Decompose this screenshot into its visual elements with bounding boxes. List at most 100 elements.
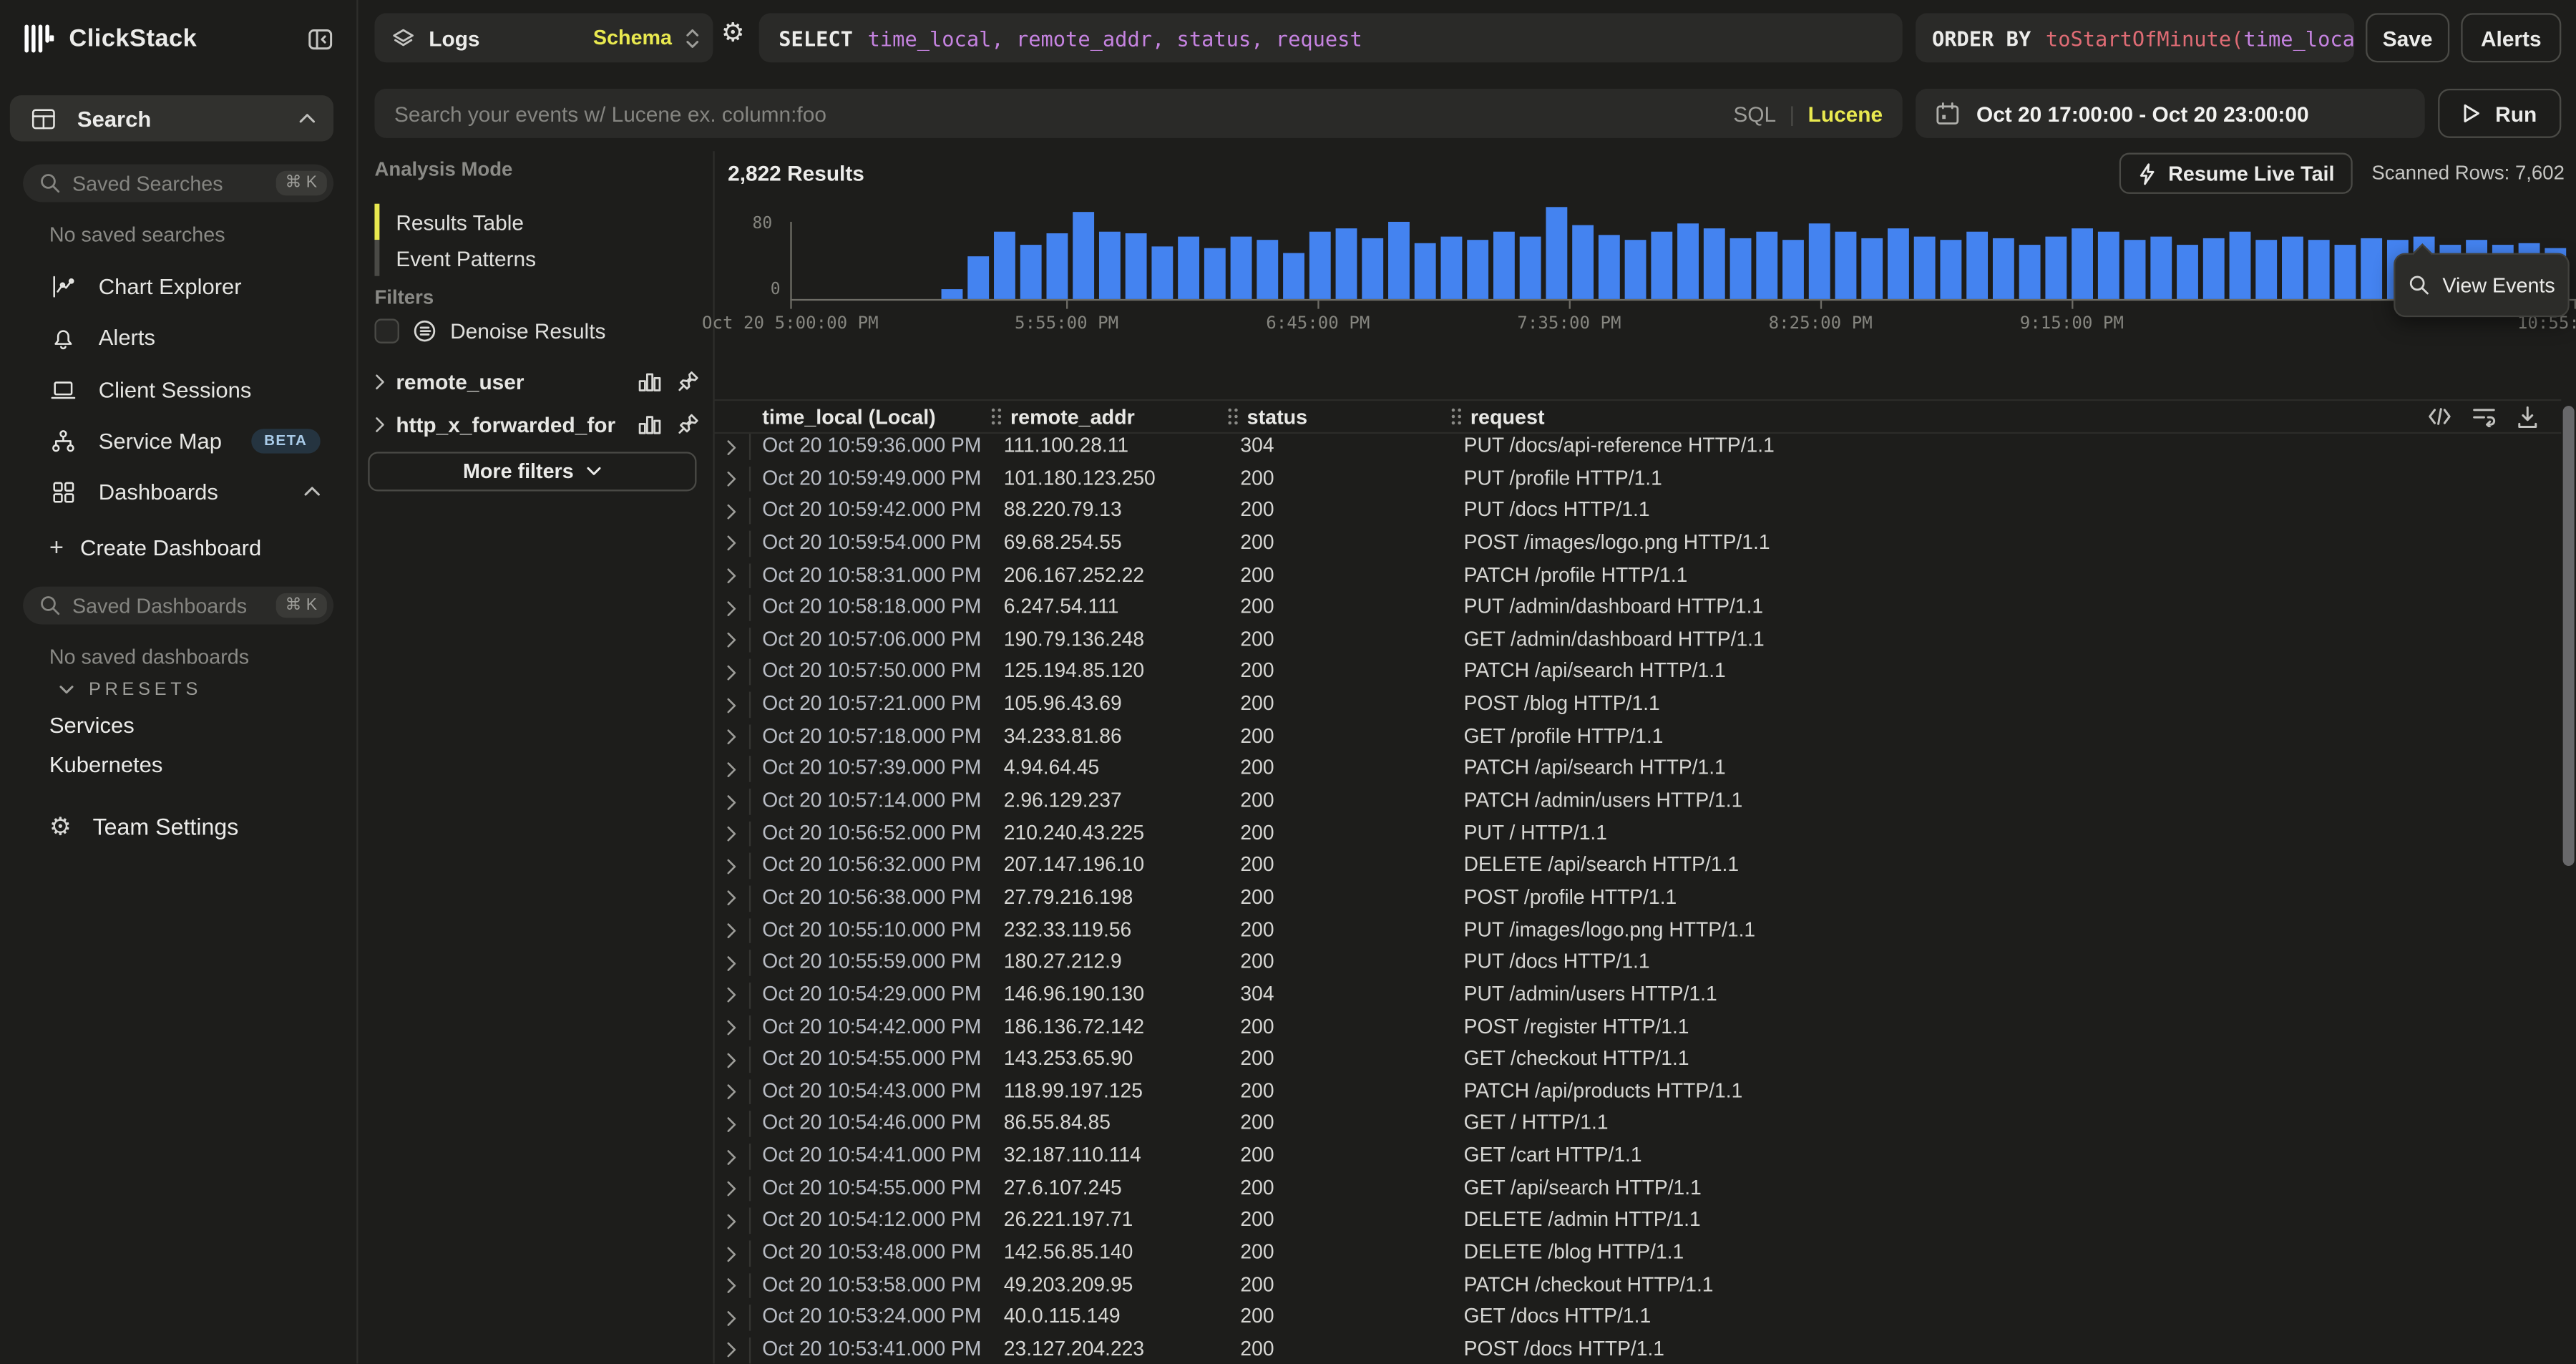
row-expand-chevron-icon[interactable]	[726, 1212, 738, 1230]
table-row[interactable]: Oct 20 10:54:41.000 PM 32.187.110.114 20…	[713, 1141, 2561, 1173]
table-row[interactable]: Oct 20 10:57:50.000 PM 125.194.85.120 20…	[713, 656, 2561, 688]
view-events-tooltip[interactable]: View Events	[2394, 253, 2570, 318]
table-row[interactable]: Oct 20 10:53:48.000 PM 142.56.85.140 200…	[713, 1237, 2561, 1270]
row-expand-chevron-icon[interactable]	[726, 1148, 738, 1166]
event-search-input[interactable]: Search your events w/ Lucene ex. column:…	[374, 89, 1902, 138]
row-expand-chevron-icon[interactable]	[726, 1341, 738, 1359]
table-row[interactable]: Oct 20 10:57:39.000 PM 4.94.64.45 200 PA…	[713, 753, 2561, 785]
sql-toggle[interactable]: SQL	[1733, 101, 1776, 125]
time-range-picker[interactable]: Oct 20 17:00:00 - Oct 20 23:00:00	[1916, 89, 2425, 138]
drag-handle-icon[interactable]	[990, 407, 1002, 425]
row-expand-chevron-icon[interactable]	[726, 599, 738, 617]
row-expand-chevron-icon[interactable]	[726, 1051, 738, 1069]
row-expand-chevron-icon[interactable]	[726, 502, 738, 520]
row-expand-chevron-icon[interactable]	[726, 470, 738, 488]
sidebar-item-service-map[interactable]: Service Map BETA	[23, 417, 333, 463]
row-expand-chevron-icon[interactable]	[726, 664, 738, 682]
sidebar-collapse-icon[interactable]	[307, 26, 333, 53]
row-expand-chevron-icon[interactable]	[726, 1019, 738, 1037]
row-expand-chevron-icon[interactable]	[726, 567, 738, 585]
preset-item-services[interactable]: Services	[49, 713, 135, 737]
denoise-checkbox[interactable]	[374, 318, 399, 343]
code-view-icon[interactable]	[2428, 407, 2451, 425]
resume-live-tail-button[interactable]: Resume Live Tail	[2119, 153, 2352, 194]
row-expand-chevron-icon[interactable]	[726, 535, 738, 552]
row-expand-chevron-icon[interactable]	[726, 696, 738, 714]
row-expand-chevron-icon[interactable]	[726, 890, 738, 907]
row-expand-chevron-icon[interactable]	[726, 954, 738, 972]
row-expand-chevron-icon[interactable]	[726, 986, 738, 1004]
table-row[interactable]: Oct 20 10:54:29.000 PM 146.96.190.130 30…	[713, 979, 2561, 1011]
select-clause-input[interactable]: SELECT time_local, remote_addr, status, …	[759, 13, 1903, 62]
filter-field-remote-user[interactable]: remote_user	[374, 361, 700, 401]
table-row[interactable]: Oct 20 10:54:55.000 PM 27.6.107.245 200 …	[713, 1173, 2561, 1205]
row-expand-chevron-icon[interactable]	[726, 1244, 738, 1262]
sidebar-item-alerts[interactable]: Alerts	[23, 314, 333, 360]
row-expand-chevron-icon[interactable]	[726, 761, 738, 779]
run-button[interactable]: Run	[2438, 89, 2561, 138]
preset-item-kubernetes[interactable]: Kubernetes	[49, 753, 163, 777]
sidebar-item-chart-explorer[interactable]: Chart Explorer	[23, 263, 333, 308]
create-dashboard-button[interactable]: + Create Dashboard	[49, 535, 261, 560]
table-row[interactable]: Oct 20 10:57:14.000 PM 2.96.129.237 200 …	[713, 786, 2561, 818]
table-row[interactable]: Oct 20 10:56:38.000 PM 27.79.216.198 200…	[713, 882, 2561, 915]
table-row[interactable]: Oct 20 10:59:42.000 PM 88.220.79.13 200 …	[713, 495, 2561, 527]
chevron-up-icon[interactable]	[304, 487, 321, 497]
row-expand-chevron-icon[interactable]	[726, 1083, 738, 1101]
row-expand-chevron-icon[interactable]	[726, 1277, 738, 1295]
table-row[interactable]: Oct 20 10:54:43.000 PM 118.99.197.125 20…	[713, 1076, 2561, 1108]
row-expand-chevron-icon[interactable]	[726, 793, 738, 811]
column-header-remote-addr[interactable]: remote_addr	[990, 401, 1134, 432]
table-row[interactable]: Oct 20 10:56:52.000 PM 210.240.43.225 20…	[713, 818, 2561, 850]
table-row[interactable]: Oct 20 10:55:59.000 PM 180.27.212.9 200 …	[713, 947, 2561, 979]
team-settings-button[interactable]: ⚙ Team Settings	[49, 813, 238, 839]
table-row[interactable]: Oct 20 10:57:06.000 PM 190.79.136.248 20…	[713, 624, 2561, 656]
source-select[interactable]: Logs Schema	[374, 13, 713, 62]
pin-icon[interactable]	[677, 370, 700, 393]
row-expand-chevron-icon[interactable]	[726, 825, 738, 843]
table-row[interactable]: Oct 20 10:58:31.000 PM 206.167.252.22 20…	[713, 560, 2561, 592]
row-expand-chevron-icon[interactable]	[726, 631, 738, 649]
alerts-button[interactable]: Alerts	[2461, 13, 2561, 62]
lucene-toggle[interactable]: Lucene	[1808, 101, 1883, 125]
save-button[interactable]: Save	[2366, 13, 2449, 62]
row-expand-chevron-icon[interactable]	[726, 857, 738, 875]
download-icon[interactable]	[2517, 405, 2538, 428]
table-row[interactable]: Oct 20 10:58:18.000 PM 6.247.54.111 200 …	[713, 592, 2561, 624]
sidebar-item-search[interactable]: Search	[10, 95, 333, 141]
drag-handle-icon[interactable]	[1450, 407, 1462, 425]
table-row[interactable]: Oct 20 10:53:58.000 PM 49.203.209.95 200…	[713, 1270, 2561, 1302]
table-row[interactable]: Oct 20 10:59:54.000 PM 69.68.254.55 200 …	[713, 527, 2561, 560]
column-header-time-local[interactable]: time_local (Local)	[762, 401, 935, 432]
table-row[interactable]: Oct 20 10:59:49.000 PM 101.180.123.250 2…	[713, 463, 2561, 495]
pin-icon[interactable]	[677, 412, 700, 435]
table-row[interactable]: Oct 20 10:54:42.000 PM 186.136.72.142 20…	[713, 1011, 2561, 1043]
row-expand-chevron-icon[interactable]	[726, 922, 738, 940]
row-expand-chevron-icon[interactable]	[726, 1180, 738, 1198]
table-row[interactable]: Oct 20 10:55:10.000 PM 232.33.119.56 200…	[713, 915, 2561, 947]
mode-event-patterns[interactable]: Event Patterns	[374, 240, 696, 276]
table-row[interactable]: Oct 20 10:54:12.000 PM 26.221.197.71 200…	[713, 1205, 2561, 1237]
vertical-scrollbar[interactable]	[2563, 406, 2575, 866]
row-expand-chevron-icon[interactable]	[726, 1116, 738, 1134]
table-row[interactable]: Oct 20 10:56:32.000 PM 207.147.196.10 20…	[713, 850, 2561, 882]
column-header-request[interactable]: request	[1450, 401, 1544, 432]
sidebar-item-dashboards[interactable]: Dashboards	[23, 468, 333, 514]
bar-chart-icon[interactable]	[638, 412, 662, 435]
row-expand-chevron-icon[interactable]	[726, 438, 738, 456]
more-filters-button[interactable]: More filters	[368, 452, 696, 491]
orderby-clause-input[interactable]: ORDER BY toStartOfMinute(time_local) D	[1916, 13, 2354, 62]
table-row[interactable]: Oct 20 10:57:21.000 PM 105.96.43.69 200 …	[713, 688, 2561, 721]
table-row[interactable]: Oct 20 10:53:24.000 PM 40.0.115.149 200 …	[713, 1302, 2561, 1334]
saved-searches-input[interactable]: Saved Searches ⌘ K	[23, 165, 333, 203]
wrap-lines-icon[interactable]	[2472, 406, 2495, 427]
events-histogram[interactable]: 80 0 Oct 20 5:00:00 PM5:55:00 PM6:45:00 …	[713, 205, 2576, 301]
chevron-up-icon[interactable]	[299, 113, 316, 123]
column-header-status[interactable]: status	[1227, 401, 1307, 432]
source-settings-gear-icon[interactable]: ⚙	[721, 21, 745, 48]
presets-toggle[interactable]: PRESETS	[59, 681, 202, 701]
mode-results-table[interactable]: Results Table	[374, 204, 696, 240]
table-row[interactable]: Oct 20 10:59:36.000 PM 111.100.28.11 304…	[713, 431, 2561, 463]
table-row[interactable]: Oct 20 10:54:55.000 PM 143.253.65.90 200…	[713, 1043, 2561, 1076]
table-row[interactable]: Oct 20 10:57:18.000 PM 34.233.81.86 200 …	[713, 721, 2561, 753]
